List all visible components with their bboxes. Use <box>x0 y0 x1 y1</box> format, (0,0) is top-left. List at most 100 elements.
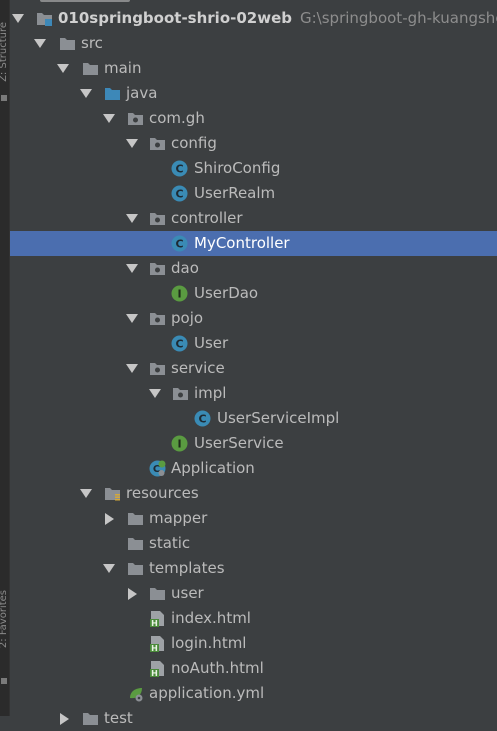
collapsed-arrow-icon[interactable] <box>105 513 114 525</box>
class-icon: C <box>171 335 188 352</box>
tree-label: config <box>171 134 217 152</box>
expand-arrow-icon[interactable] <box>126 314 138 323</box>
tree-row-impl[interactable]: impl <box>10 381 497 406</box>
tree-row-application-yml[interactable]: application.yml <box>10 681 497 706</box>
svg-text:C: C <box>175 188 183 201</box>
expand-arrow-icon[interactable] <box>103 564 115 573</box>
tree-label: static <box>149 534 191 552</box>
structure-icon <box>1 95 7 101</box>
expand-arrow-icon[interactable] <box>12 14 24 23</box>
favorites-tab[interactable]: 2: Favorites <box>0 590 9 648</box>
folder-icon <box>128 513 143 525</box>
favorites-icon <box>1 678 7 684</box>
package-icon <box>150 213 165 225</box>
collapsed-arrow-icon[interactable] <box>128 588 137 600</box>
spring-config-file-icon <box>130 688 143 702</box>
tree-row-user-folder[interactable]: user <box>10 581 497 606</box>
tree-row-user[interactable]: C User <box>10 331 497 356</box>
folder-icon <box>128 563 143 575</box>
tree-row-application[interactable]: C Application <box>10 456 497 481</box>
expand-arrow-icon[interactable] <box>80 89 92 98</box>
tree-row-static[interactable]: static <box>10 531 497 556</box>
tree-label: index.html <box>171 609 251 627</box>
project-path: G:\springboot-gh-kuangshen\ <box>300 9 497 27</box>
tree-label: user <box>171 584 204 602</box>
expand-arrow-icon[interactable] <box>126 264 138 273</box>
tree-label: User <box>194 334 229 352</box>
expand-arrow-icon[interactable] <box>80 489 92 498</box>
svg-text:H: H <box>151 669 158 677</box>
tree-label: java <box>126 84 158 102</box>
interface-icon: I <box>171 285 188 302</box>
tree-row-java[interactable]: java <box>10 81 497 106</box>
tool-window-strip: Z: Structure 2: Favorites <box>0 0 10 716</box>
tree-label: impl <box>194 384 227 402</box>
svg-text:C: C <box>175 238 183 251</box>
tree-row-userdao[interactable]: I UserDao <box>10 281 497 306</box>
tree-label: resources <box>126 484 199 502</box>
tree-row-dao[interactable]: dao <box>10 256 497 281</box>
tree-row-test[interactable]: test <box>10 706 497 731</box>
expand-arrow-icon[interactable] <box>34 39 46 48</box>
resources-folder-icon <box>105 488 120 501</box>
tree-row-login-html[interactable]: H login.html <box>10 631 497 656</box>
class-icon: C <box>171 160 188 177</box>
folder-icon <box>83 713 98 725</box>
tree-row-controller[interactable]: controller <box>10 206 497 231</box>
svg-text:C: C <box>175 163 183 176</box>
tree-label: noAuth.html <box>171 659 264 677</box>
expand-arrow-icon[interactable] <box>126 214 138 223</box>
tree-label: MyController <box>194 234 290 252</box>
expand-arrow-icon[interactable] <box>126 139 138 148</box>
package-icon <box>128 113 143 125</box>
tree-label: ShiroConfig <box>194 159 281 177</box>
tree-label: controller <box>171 209 243 227</box>
tree-row-main[interactable]: main <box>10 56 497 81</box>
tree-label: service <box>171 359 225 377</box>
tree-label: com.gh <box>149 109 205 127</box>
project-name: 010springboot-shrio-02web G:\springboot-g… <box>58 6 497 31</box>
class-icon: C <box>194 410 211 427</box>
structure-tab[interactable]: Z: Structure <box>0 22 9 82</box>
class-icon: C <box>171 185 188 202</box>
source-folder-icon <box>105 88 120 100</box>
expand-arrow-icon[interactable] <box>103 114 115 123</box>
svg-text:C: C <box>175 338 183 351</box>
tree-row-com-gh[interactable]: com.gh <box>10 106 497 131</box>
tree-label: application.yml <box>149 684 265 702</box>
package-icon <box>150 313 165 325</box>
tree-row-resources[interactable]: resources <box>10 481 497 506</box>
expand-arrow-icon[interactable] <box>126 364 138 373</box>
svg-text:I: I <box>177 288 181 301</box>
tree-row-mycontroller[interactable]: C MyController <box>10 231 497 256</box>
collapsed-arrow-icon[interactable] <box>60 713 69 725</box>
tree-row-src[interactable]: src <box>10 31 497 56</box>
html-file-icon: H <box>150 611 164 627</box>
tree-row-pojo[interactable]: pojo <box>10 306 497 331</box>
tree-row-mapper[interactable]: mapper <box>10 506 497 531</box>
tree-label: UserRealm <box>194 184 276 202</box>
tree-label: Application <box>171 459 255 477</box>
tree-row-userserviceimpl[interactable]: C UserServiceImpl <box>10 406 497 431</box>
expand-arrow-icon[interactable] <box>57 64 69 73</box>
svg-text:C: C <box>198 413 206 426</box>
package-icon <box>173 388 188 400</box>
tree-row-userservice[interactable]: I UserService <box>10 431 497 456</box>
tree-row-noauth-html[interactable]: H noAuth.html <box>10 656 497 681</box>
module-folder-icon <box>37 13 52 26</box>
tree-row-shiroconfig[interactable]: C ShiroConfig <box>10 156 497 181</box>
tree-label: pojo <box>171 309 204 327</box>
tree-row-project-root[interactable]: 010springboot-shrio-02web G:\springboot-g… <box>10 6 497 31</box>
tree-label: login.html <box>171 634 247 652</box>
tree-label: UserService <box>194 434 284 452</box>
tree-row-config[interactable]: config <box>10 131 497 156</box>
tree-row-service[interactable]: service <box>10 356 497 381</box>
folder-icon <box>83 63 98 75</box>
tree-row-templates[interactable]: templates <box>10 556 497 581</box>
tree-label: src <box>81 34 103 52</box>
tree-row-index-html[interactable]: H index.html <box>10 606 497 631</box>
tree-row-userrealm[interactable]: C UserRealm <box>10 181 497 206</box>
folder-icon <box>150 588 165 600</box>
svg-text:H: H <box>151 619 158 627</box>
expand-arrow-icon[interactable] <box>149 389 161 398</box>
